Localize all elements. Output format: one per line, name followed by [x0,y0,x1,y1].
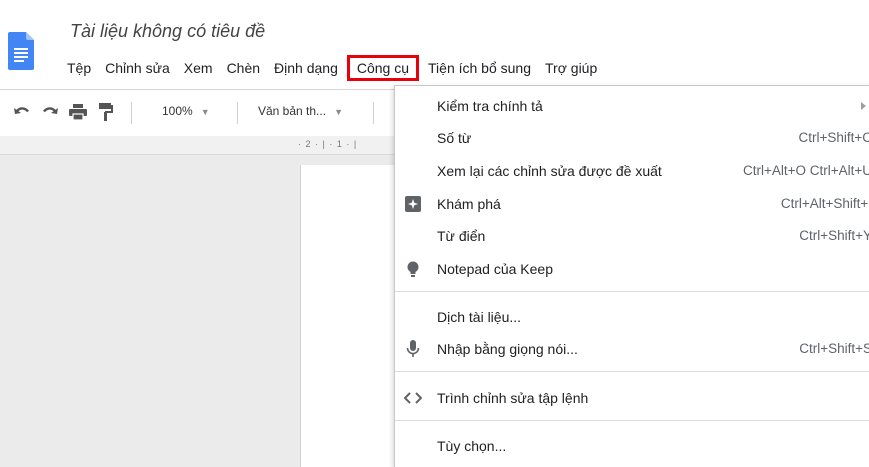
toolbar-divider [373,102,374,124]
print-icon[interactable] [66,100,90,124]
menu-item-voice-typing[interactable]: Nhập bằng giọng nói... Ctrl+Shift+S [395,333,869,365]
code-brackets-icon [403,389,423,407]
paint-format-icon[interactable] [94,100,118,124]
paragraph-style-value: Văn bản th... [258,104,327,118]
microphone-icon [403,340,423,358]
menu-item-dictionary[interactable]: Từ điển Ctrl+Shift+Y [395,220,869,252]
menu-edit[interactable]: Chỉnh sửa [98,57,177,79]
zoom-value: 100% [162,104,193,118]
toolbar-divider [237,102,238,124]
menu-item-explore[interactable]: Khám phá Ctrl+Alt+Shift+I [395,188,869,220]
menu-item-word-count[interactable]: Số từ Ctrl+Shift+C [395,122,869,154]
zoom-select[interactable]: 100% ▼ [162,104,210,118]
menu-item-label: Số từ [437,130,472,146]
toolbar-divider [131,102,132,124]
menu-item-review-suggested-edits[interactable]: Xem lại các chỉnh sửa được đề xuất Ctrl+… [395,155,869,187]
chevron-down-icon: ▼ [200,107,210,117]
explore-icon [403,195,423,213]
redo-icon[interactable] [38,100,62,124]
menu-item-label: Tùy chọn... [437,438,507,454]
menu-item-translate-document[interactable]: Dịch tài liệu... [395,301,869,333]
menu-item-label: Từ điển [437,228,486,244]
menu-item-spelling[interactable]: Kiểm tra chính tả [395,90,869,122]
menubar: Tệp Chỉnh sửa Xem Chèn Định dạng Công cụ… [60,55,604,81]
menu-insert[interactable]: Chèn [220,57,267,79]
menu-divider [395,291,869,292]
document-title[interactable]: Tài liệu không có tiêu đề [70,21,265,42]
menu-addons[interactable]: Tiện ích bổ sung [421,57,538,79]
menu-item-label: Dịch tài liệu... [437,309,522,325]
menu-item-shortcut: Ctrl+Alt+Shift+I [780,196,869,211]
menu-tools[interactable]: Công cụ [346,55,420,81]
menu-item-script-editor[interactable]: Trình chỉnh sửa tập lệnh [395,382,869,414]
menu-item-shortcut: Ctrl+Shift+C [798,130,869,145]
submenu-arrow-icon [861,102,866,110]
menu-item-preferences[interactable]: Tùy chọn... [395,430,869,462]
menu-item-label: Kiểm tra chính tả [437,98,543,114]
menu-item-shortcut: Ctrl+Shift+Y [799,228,869,243]
menu-item-keep-notepad[interactable]: Notepad của Keep [395,253,869,285]
google-docs-window: Tài liệu không có tiêu đề Tệp Chỉnh sửa … [0,0,869,467]
menu-divider [395,420,869,421]
ruler-marks: · 2 · | · 1 · | [298,139,358,149]
paragraph-style-select[interactable]: Văn bản th... ▼ [258,104,343,118]
menu-item-label: Notepad của Keep [437,261,553,277]
menu-format[interactable]: Định dạng [267,57,345,79]
menu-item-shortcut: Ctrl+Alt+O Ctrl+Alt+U [742,163,869,178]
docs-logo-icon[interactable] [8,32,34,70]
menu-item-label: Khám phá [437,196,501,212]
chevron-down-icon: ▼ [334,107,343,117]
menu-item-shortcut: Ctrl+Shift+S [799,341,869,356]
menu-item-label: Trình chỉnh sửa tập lệnh [437,390,589,406]
keep-bulb-icon [403,260,423,278]
menu-help[interactable]: Trợ giúp [538,57,604,79]
menu-item-label: Nhập bằng giọng nói... [437,341,578,357]
menu-divider [395,371,869,372]
tools-menu-dropdown: Kiểm tra chính tả Số từ Ctrl+Shift+C Xem… [394,85,869,467]
undo-icon[interactable] [10,100,34,124]
menu-view[interactable]: Xem [177,57,220,79]
menu-item-label: Xem lại các chỉnh sửa được đề xuất [437,163,662,179]
menu-file[interactable]: Tệp [60,57,98,79]
